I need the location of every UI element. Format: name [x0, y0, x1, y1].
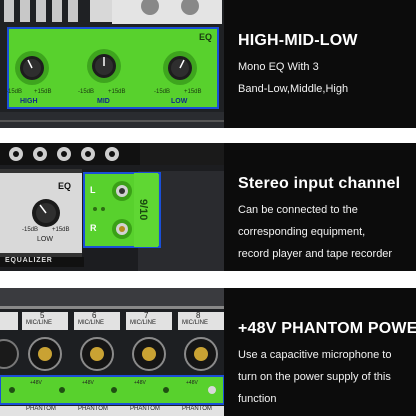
jack-left-label: L [90, 185, 96, 195]
channel-7-label: MIC/LINE [130, 320, 157, 326]
channel-5-number: 5 [40, 311, 45, 320]
high-knob-max-label: +15dB [34, 89, 52, 95]
phantom-label: PHANTOM [78, 406, 108, 412]
mid-knob-max-label: +15dB [108, 89, 126, 95]
mid-knob-label: MID [97, 98, 110, 105]
channel-5-label: MIC/LINE [26, 320, 53, 326]
feature-title: +48V PHANTOM POWER [238, 320, 416, 337]
high-knob-label: HIGH [20, 98, 38, 105]
eq-section-label: EQ [58, 181, 72, 191]
low-knob-label: LOW [37, 236, 53, 243]
phantom-voltage-label: +48V [134, 380, 146, 386]
feature-description-line: Mono EQ With 3 [238, 61, 319, 73]
feature-section-stereo: EQ -15dB +15dB LOW EQUALIZER L R 9/10 St… [0, 143, 416, 271]
eq-section-label: EQ [199, 32, 213, 42]
feature-description: Use a capacitive microphone to turn on t… [238, 344, 414, 410]
stereo-panel-photo: EQ -15dB +15dB LOW EQUALIZER L R 9/10 [0, 143, 224, 271]
low-knob-min-label: -15dB [22, 227, 39, 233]
feature-section-phantom: 5 MIC/LINE 6 MIC/LINE 7 MIC/LINE 8 MIC/L… [0, 288, 416, 416]
feature-description: Mono EQ With 3 Band-Low,Middle,High [238, 56, 414, 100]
channel-8-label: MIC/LINE [182, 320, 209, 326]
stereo-panel-illustration [0, 143, 224, 271]
channel-7-number: 7 [144, 311, 149, 320]
equalizer-label: EQUALIZER [5, 257, 53, 264]
eq-panel-illustration [0, 0, 224, 128]
phantom-label: PHANTOM [130, 406, 160, 412]
feature-text-phantom: +48V PHANTOM POWER Use a capacitive micr… [224, 288, 416, 416]
low-knob-max-label: +15dB [52, 227, 70, 233]
mid-knob-min-label: -15dB [78, 89, 95, 95]
phantom-voltage-label: +48V [82, 380, 94, 386]
eq-panel-photo: EQ -15dB +15dB HIGH -15dB +15dB MID -15d… [0, 0, 224, 128]
feature-section-eq: EQ -15dB +15dB HIGH -15dB +15dB MID -15d… [0, 0, 416, 128]
feature-description: Can be connected to the corresponding eq… [238, 199, 414, 265]
phantom-voltage-label: +48V [186, 380, 198, 386]
channel-8-number: 8 [196, 311, 201, 320]
channel-6-number: 6 [92, 311, 97, 320]
feature-description-line: corresponding equipment, [238, 226, 366, 238]
feature-description-line: Can be connected to the [238, 204, 358, 216]
feature-text-stereo: Stereo input channel Can be connected to… [224, 143, 416, 271]
low-knob-label: LOW [171, 98, 188, 105]
phantom-panel-photo: 5 MIC/LINE 6 MIC/LINE 7 MIC/LINE 8 MIC/L… [0, 288, 224, 416]
phantom-label: PHANTOM [26, 406, 56, 412]
feature-description-line: record player and tape recorder [238, 248, 393, 260]
phantom-voltage-label: +48V [30, 380, 42, 386]
product-feature-page: EQ -15dB +15dB HIGH -15dB +15dB MID -15d… [0, 0, 416, 416]
jack-right-label: R [90, 223, 97, 233]
feature-description-line: Use a capacitive microphone to [238, 349, 392, 361]
feature-text-eq: HIGH-MID-LOW Mono EQ With 3 Band-Low,Mid… [224, 0, 416, 128]
channel-6-label: MIC/LINE [78, 320, 105, 326]
feature-title: HIGH-MID-LOW [238, 32, 358, 49]
channel-number-label: 9/10 [137, 199, 149, 221]
feature-description-line: function [238, 393, 277, 405]
feature-description-line: turn on the power supply of this [238, 371, 391, 383]
high-knob-min-label: -15dB [6, 89, 23, 95]
phantom-label: PHANTOM [182, 406, 212, 412]
phantom-panel-illustration [0, 288, 224, 416]
low-knob-min-label: -15dB [154, 89, 171, 95]
feature-description-line: Band-Low,Middle,High [238, 83, 349, 95]
feature-title: Stereo input channel [238, 175, 401, 192]
low-knob-max-label: +15dB [184, 89, 202, 95]
